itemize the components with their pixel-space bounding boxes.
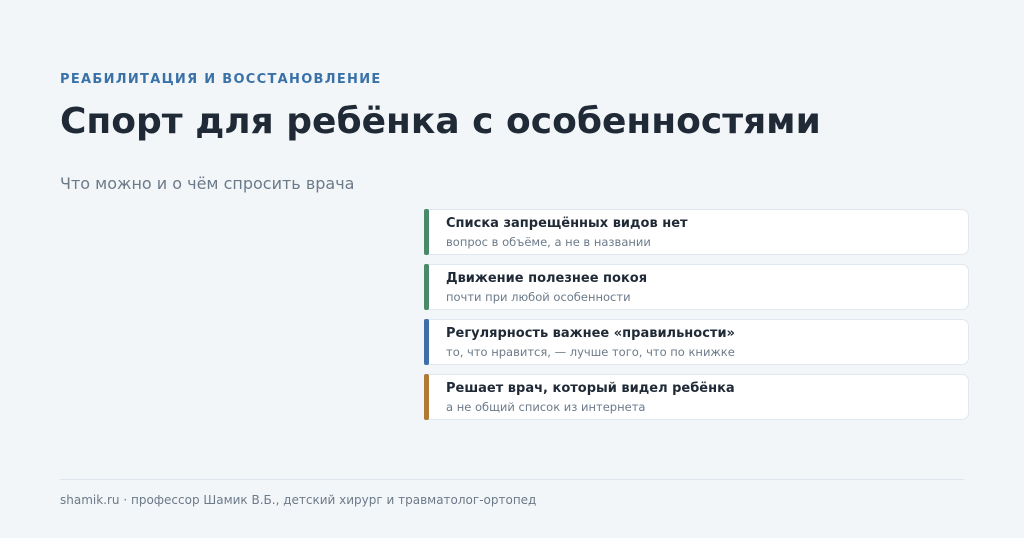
footer-credit: shamik.ru · профессор Шамик В.Б., детски… xyxy=(60,493,537,507)
card-subtitle: а не общий список из интернета xyxy=(446,400,646,414)
page-title: Спорт для ребёнка с особенностями xyxy=(60,101,821,142)
key-points-list: Списка запрещённых видов нет вопрос в об… xyxy=(424,209,969,429)
card-title: Регулярность важнее «правильности» xyxy=(446,326,735,341)
card-title: Движение полезнее покоя xyxy=(446,271,648,286)
card-subtitle: почти при любой особенности xyxy=(446,290,631,304)
card-title: Списка запрещённых видов нет xyxy=(446,216,688,231)
key-point-card: Решает врач, который видел ребёнка а не … xyxy=(424,374,969,420)
page-subtitle: Что можно и о чём спросить врача xyxy=(60,174,355,193)
card-subtitle: вопрос в объёме, а не в названии xyxy=(446,235,651,249)
card-title: Решает врач, который видел ребёнка xyxy=(446,381,735,396)
key-point-card: Списка запрещённых видов нет вопрос в об… xyxy=(424,209,969,255)
card-accent-bar xyxy=(424,374,429,420)
key-point-card: Регулярность важнее «правильности» то, ч… xyxy=(424,319,969,365)
section-eyebrow: РЕАБИЛИТАЦИЯ И ВОССТАНОВЛЕНИЕ xyxy=(60,72,382,87)
card-subtitle: то, что нравится, — лучше того, что по к… xyxy=(446,345,735,359)
card-accent-bar xyxy=(424,209,429,255)
card-accent-bar xyxy=(424,264,429,310)
footer-divider xyxy=(60,479,964,480)
card-accent-bar xyxy=(424,319,429,365)
key-point-card: Движение полезнее покоя почти при любой … xyxy=(424,264,969,310)
